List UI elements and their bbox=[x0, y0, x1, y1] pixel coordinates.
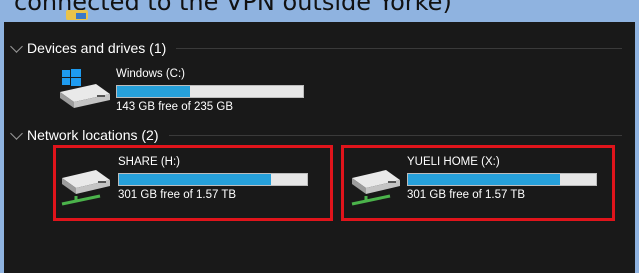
group-header-devices[interactable]: Devices and drives (1) bbox=[10, 39, 622, 57]
drive-free-space: 143 GB free of 235 GB bbox=[116, 101, 233, 113]
drive-usage-fill bbox=[408, 174, 561, 185]
drive-free-space: 301 GB free of 1.57 TB bbox=[407, 189, 526, 201]
drive-yueli-home-x[interactable]: YUELI HOME (X:) 301 GB free of 1.57 TB bbox=[350, 152, 612, 210]
drive-label: Windows (C:) bbox=[116, 68, 186, 80]
drive-windows-c[interactable]: Windows (C:) 143 GB free of 235 GB bbox=[56, 66, 316, 116]
drive-usage-bar bbox=[116, 85, 304, 98]
drive-usage-bar bbox=[407, 173, 597, 186]
page-caption: connected to the VPN outside Yorke) bbox=[0, 0, 639, 18]
chevron-down-icon bbox=[10, 126, 23, 140]
drive-label: YUELI HOME (X:) bbox=[407, 156, 500, 168]
group-divider bbox=[176, 47, 622, 49]
drive-usage-fill bbox=[119, 174, 272, 185]
group-header-network[interactable]: Network locations (2) bbox=[10, 126, 622, 144]
drive-share-h[interactable]: SHARE (H:) 301 GB free of 1.57 TB bbox=[60, 152, 322, 210]
group-label-devices: Devices and drives (1) bbox=[27, 40, 167, 56]
folder-icon bbox=[66, 10, 88, 20]
drive-label: SHARE (H:) bbox=[118, 156, 180, 168]
drive-usage-fill bbox=[117, 86, 190, 97]
drive-free-space: 301 GB free of 1.57 TB bbox=[118, 189, 237, 201]
network-drive-icon bbox=[61, 170, 110, 206]
windows-drive-icon bbox=[60, 69, 110, 108]
drive-usage-bar bbox=[118, 173, 308, 186]
group-divider bbox=[168, 134, 622, 136]
network-drive-icon bbox=[351, 170, 400, 206]
explorer-panel: Devices and drives (1) Windows (C:) 143 … bbox=[4, 22, 635, 273]
chevron-down-icon bbox=[10, 39, 23, 53]
group-label-network: Network locations (2) bbox=[27, 127, 159, 143]
